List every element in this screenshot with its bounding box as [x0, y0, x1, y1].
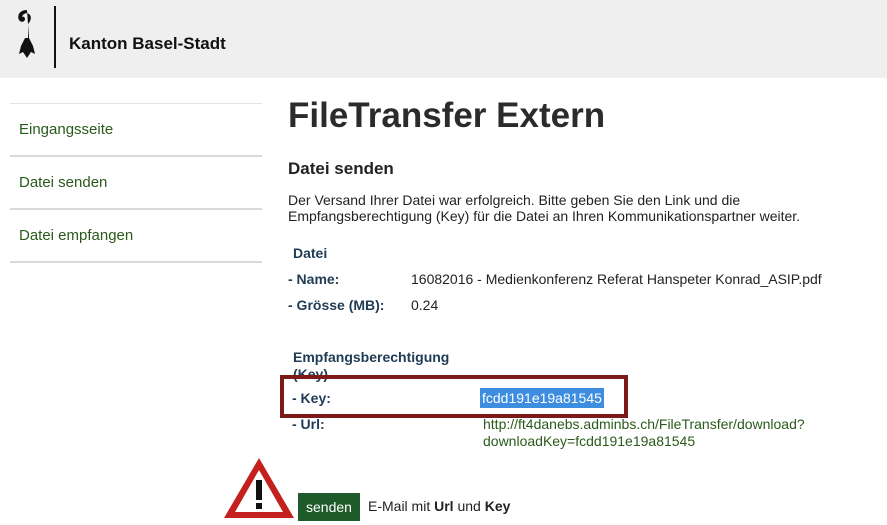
send-button[interactable]: senden [298, 493, 360, 521]
file-heading: Datei [293, 245, 328, 261]
file-name-value: 16082016 - Medienkonferenz Referat Hansp… [411, 271, 822, 287]
header-divider [54, 6, 56, 68]
section-title: Datei senden [288, 159, 394, 178]
send-note-key: Key [484, 498, 511, 514]
sidebar-item-datei-empfangen[interactable]: Datei empfangen [10, 210, 262, 263]
send-note-mid: und [453, 498, 485, 514]
basel-crozier-icon [18, 10, 35, 58]
brand-name[interactable]: Kanton Basel-Stadt [69, 34, 226, 54]
send-note-prefix: E-Mail mit [368, 498, 435, 514]
sidebar-nav: Eingangsseite Datei senden Datei empfang… [10, 103, 262, 263]
file-size-label: - Grösse (MB): [288, 297, 385, 313]
site-header: Kanton Basel-Stadt [0, 0, 887, 78]
download-url-link[interactable]: http://ft4danebs.adminbs.ch/FileTransfer… [483, 416, 863, 450]
warning-triangle-icon [220, 454, 298, 524]
success-message: Der Versand Ihrer Datei war erfolgreich.… [288, 192, 801, 224]
page-title: FileTransfer Extern [288, 96, 606, 135]
send-note: E-Mail mit Url und Key [368, 498, 510, 514]
file-name-label: - Name: [288, 271, 340, 287]
key-highlight-frame [280, 375, 628, 418]
sidebar-item-datei-senden[interactable]: Datei senden [10, 157, 262, 210]
send-note-url: Url [434, 498, 454, 514]
file-size-value: 0.24 [411, 297, 439, 313]
url-label: - Url: [292, 416, 325, 432]
sidebar-item-eingangsseite[interactable]: Eingangsseite [10, 104, 262, 157]
